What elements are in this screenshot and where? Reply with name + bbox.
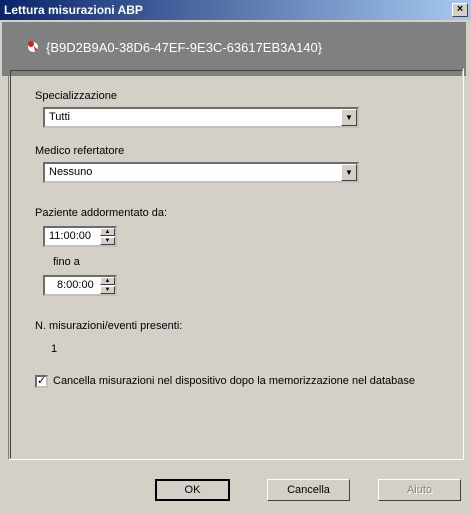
sleep-from-value: 11:00:00 (49, 230, 92, 242)
help-button[interactable]: Aiuto (378, 479, 461, 501)
cancel-button[interactable]: Cancella (267, 479, 350, 501)
spin-down-icon[interactable]: ▼ (100, 286, 115, 294)
window-title: Lettura misurazioni ABP (4, 3, 143, 17)
medico-label: Medico refertatore (35, 145, 125, 157)
title-bar[interactable]: Lettura misurazioni ABP × (0, 0, 471, 20)
sleep-to-value: 8:00:00 (57, 279, 94, 291)
specializzazione-select[interactable]: Tutti ▼ (43, 107, 359, 128)
misurazioni-label: N. misurazioni/eventi presenti: (35, 320, 183, 332)
paziente-label: Paziente addormentato da: (35, 207, 168, 219)
ok-button[interactable]: OK (155, 479, 230, 501)
medico-value: Nessuno (49, 166, 93, 178)
cancella-checkbox[interactable]: ✓ (35, 375, 48, 388)
spin-down-icon[interactable]: ▼ (100, 237, 115, 245)
spin-up-icon[interactable]: ▲ (100, 277, 115, 285)
misurazioni-count: 1 (51, 343, 58, 355)
specializzazione-label: Specializzazione (35, 90, 117, 102)
device-icon (28, 41, 38, 52)
header-guid: {B9D2B9A0-38D6-47EF-9E3C-63617EB3A140} (46, 40, 323, 55)
sleep-from-time-input[interactable]: 11:00:00 ▲ ▼ (43, 226, 117, 247)
close-button[interactable]: × (452, 3, 468, 17)
specializzazione-value: Tutti (49, 111, 70, 123)
sleep-to-time-input[interactable]: 8:00:00 ▲ ▼ (43, 275, 117, 296)
fino-a-label: fino a (53, 256, 80, 268)
medico-select[interactable]: Nessuno ▼ (43, 162, 359, 183)
cancella-checkbox-label[interactable]: Cancella misurazioni nel dispositivo dop… (53, 375, 415, 387)
chevron-down-icon[interactable]: ▼ (341, 164, 357, 181)
spin-up-icon[interactable]: ▲ (100, 228, 115, 236)
dialog-window: Lettura misurazioni ABP × {B9D2B9A0-38D6… (0, 0, 471, 514)
chevron-down-icon[interactable]: ▼ (341, 109, 357, 126)
